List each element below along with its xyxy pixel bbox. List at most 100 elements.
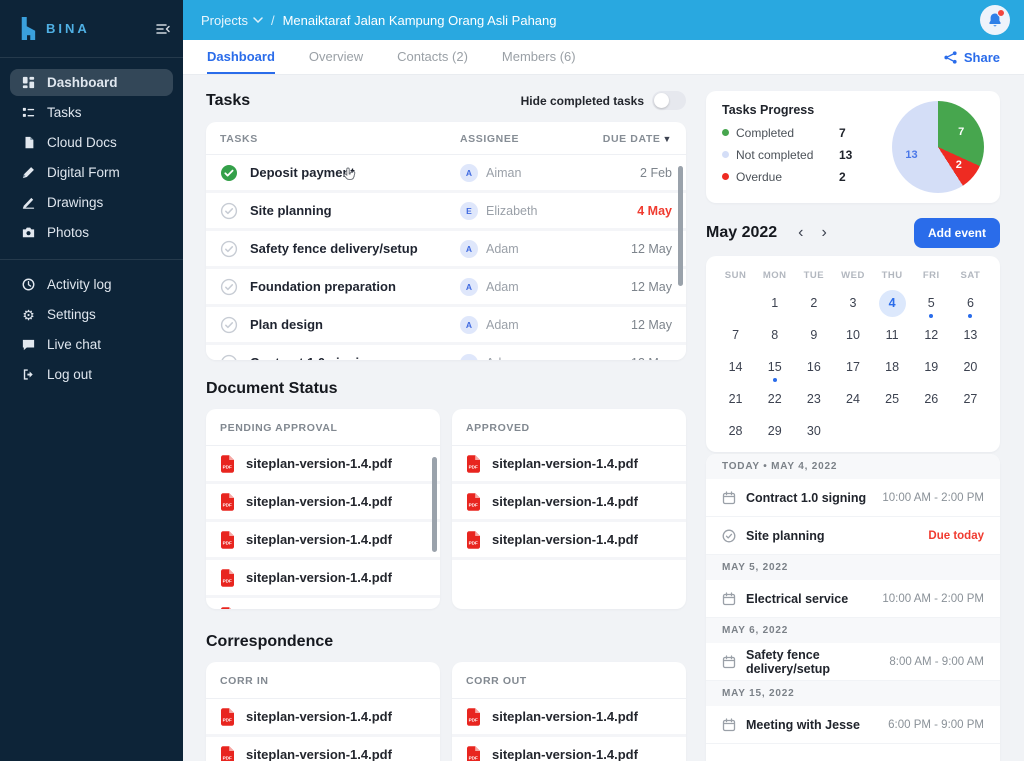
pie-slice-value: 13: [905, 148, 918, 161]
calendar-day-25[interactable]: 25: [873, 383, 912, 415]
file-row[interactable]: PDF siteplan-version-1.4.pdf: [206, 484, 440, 522]
calendar-day-1[interactable]: 1: [755, 287, 794, 319]
calendar-day-14[interactable]: 14: [716, 351, 755, 383]
calendar-day-12[interactable]: 12: [912, 319, 951, 351]
tab-bar: Dashboard Overview Contacts (2) Members (6)…: [183, 40, 1024, 75]
share-button[interactable]: Share: [943, 40, 1000, 74]
sidebar-item-drawings[interactable]: Drawings: [10, 189, 173, 216]
tab-contacts-2[interactable]: Contacts (2): [397, 40, 468, 74]
calendar-day-22[interactable]: 22: [755, 383, 794, 415]
calendar-day-3[interactable]: 3: [833, 287, 872, 319]
calendar-day-11[interactable]: 11: [873, 319, 912, 351]
sidebar-item-photos[interactable]: Photos: [10, 219, 173, 246]
dashboard-content: Tasks Hide completed tasks TASKS ASSIGNE…: [183, 75, 1024, 761]
file-row[interactable]: PDF siteplan-version-1.4.pdf: [452, 737, 686, 761]
file-row[interactable]: PDF siteplan-version-1.4.pdf: [206, 522, 440, 560]
sidebar-item-activity-log[interactable]: Activity log: [10, 271, 173, 298]
task-open-check-icon[interactable]: [220, 240, 238, 258]
avatar: A: [460, 353, 478, 360]
photos-icon: [20, 225, 37, 240]
calendar-day-29[interactable]: 29: [755, 415, 794, 447]
calendar-day-9[interactable]: 9: [794, 319, 833, 351]
calendar-day-13[interactable]: 13: [951, 319, 990, 351]
task-row-deposit-payment[interactable]: Deposit payment A Aiman 2 Feb: [206, 155, 686, 193]
calendar-day-21[interactable]: 21: [716, 383, 755, 415]
calendar-day-2[interactable]: 2: [794, 287, 833, 319]
event-row-contract-1-0-signing[interactable]: Contract 1.0 signing 10:00 AM - 2:00 PM: [706, 479, 1000, 517]
calendar-prev-button[interactable]: ‹: [791, 225, 810, 241]
task-row-plan-design[interactable]: Plan design A Adam 12 May: [206, 307, 686, 345]
event-row-electrical-service[interactable]: Electrical service 10:00 AM - 2:00 PM: [706, 580, 1000, 618]
calendar-day-27[interactable]: 27: [951, 383, 990, 415]
calendar-day-20[interactable]: 20: [951, 351, 990, 383]
event-time: 6:00 PM - 9:00 PM: [888, 718, 984, 731]
task-row-foundation-preparation[interactable]: Foundation preparation A Adam 12 May: [206, 269, 686, 307]
calendar-day-19[interactable]: 19: [912, 351, 951, 383]
file-row[interactable]: PDF siteplan-version-1.4.pdf: [206, 598, 440, 609]
task-open-check-icon[interactable]: [220, 316, 238, 334]
weekday-label: MON: [762, 270, 787, 281]
breadcrumb-projects[interactable]: Projects: [201, 13, 263, 28]
event-row-meeting-with-jesse[interactable]: Meeting with Jesse 6:00 PM - 9:00 PM: [706, 706, 1000, 744]
task-row-safety-fence-delivery-setup[interactable]: Safety fence delivery/setup A Adam 12 May: [206, 231, 686, 269]
legend-dot: [722, 151, 729, 158]
calendar-day-23[interactable]: 23: [794, 383, 833, 415]
sidebar-item-digital-form[interactable]: Digital Form: [10, 159, 173, 186]
tab-overview[interactable]: Overview: [309, 40, 363, 74]
hide-completed-toggle[interactable]: [652, 91, 686, 110]
calendar-day-24[interactable]: 24: [833, 383, 872, 415]
event-row-site-planning[interactable]: Site planning Due today: [706, 517, 1000, 555]
sidebar-item-label: Dashboard: [47, 75, 118, 90]
svg-text:PDF: PDF: [469, 502, 478, 507]
calendar-day-6[interactable]: 6: [951, 287, 990, 319]
file-row[interactable]: PDF siteplan-version-1.4.pdf: [452, 699, 686, 737]
calendar-day-28[interactable]: 28: [716, 415, 755, 447]
file-row[interactable]: PDF siteplan-version-1.4.pdf: [452, 446, 686, 484]
calendar-day-26[interactable]: 26: [912, 383, 951, 415]
calendar-day-16[interactable]: 16: [794, 351, 833, 383]
task-completed-check-icon[interactable]: [220, 164, 238, 182]
task-row-contract-1-0-signing[interactable]: Contract 1.0 signingA Adam 12 May: [206, 345, 686, 360]
sidebar-item-live-chat[interactable]: Live chat: [10, 331, 173, 358]
calendar-next-button[interactable]: ›: [815, 225, 834, 241]
calendar-day-5[interactable]: 5: [912, 287, 951, 319]
sidebar-item-dashboard[interactable]: Dashboard: [10, 69, 173, 96]
sidebar-nav-secondary: Activity log ⚙ Settings Live chat Log out: [0, 268, 183, 391]
sidebar-item-log-out[interactable]: Log out: [10, 361, 173, 388]
tab-members-6[interactable]: Members (6): [502, 40, 576, 74]
calendar-day-17[interactable]: 17: [833, 351, 872, 383]
calendar-day-30[interactable]: 30: [794, 415, 833, 447]
task-open-check-icon[interactable]: [220, 354, 238, 360]
corr-in-list: PDF siteplan-version-1.4.pdf PDF siteplan-v…: [206, 699, 440, 761]
collapse-sidebar-icon[interactable]: [155, 21, 171, 37]
calendar-day-10[interactable]: 10: [833, 319, 872, 351]
task-open-check-icon[interactable]: [220, 202, 238, 220]
calendar-day-4[interactable]: 4: [873, 287, 912, 319]
file-row[interactable]: PDF siteplan-version-1.4.pdf: [452, 522, 686, 560]
event-name: Meeting with Jesse: [746, 717, 860, 732]
pending-scrollbar-thumb[interactable]: [432, 457, 437, 552]
calendar-day-8[interactable]: 8: [755, 319, 794, 351]
col-due-date-sort[interactable]: DUE DATE ▼: [600, 133, 672, 145]
tasks-scrollbar-thumb[interactable]: [678, 166, 683, 286]
task-row-site-planning[interactable]: Site planning E Elizabeth 4 May: [206, 193, 686, 231]
file-row[interactable]: PDF siteplan-version-1.4.pdf: [206, 446, 440, 484]
due-date: 12 May: [631, 317, 672, 332]
calendar-day-15[interactable]: 15: [755, 351, 794, 383]
calendar-day-18[interactable]: 18: [873, 351, 912, 383]
notifications-button[interactable]: [980, 5, 1010, 35]
add-event-button[interactable]: Add event: [913, 218, 1000, 248]
sidebar-item-tasks[interactable]: Tasks: [10, 99, 173, 126]
calendar-day-7[interactable]: 7: [716, 319, 755, 351]
event-dot: [929, 314, 934, 318]
task-open-check-icon[interactable]: [220, 278, 238, 296]
file-row[interactable]: PDF siteplan-version-1.4.pdf: [206, 699, 440, 737]
sidebar-item-cloud-docs[interactable]: Cloud Docs: [10, 129, 173, 156]
sidebar-item-settings[interactable]: ⚙ Settings: [10, 301, 173, 328]
event-row-safety-fence-delivery-setup[interactable]: Safety fence delivery/setup 8:00 AM - 9:0…: [706, 643, 1000, 681]
file-row[interactable]: PDF siteplan-version-1.4.pdf: [206, 560, 440, 598]
file-row[interactable]: PDF siteplan-version-1.4.pdf: [452, 484, 686, 522]
event-time: Due today: [928, 529, 984, 542]
tab-dashboard[interactable]: Dashboard: [207, 40, 275, 74]
file-row[interactable]: PDF siteplan-version-1.4.pdf: [206, 737, 440, 761]
